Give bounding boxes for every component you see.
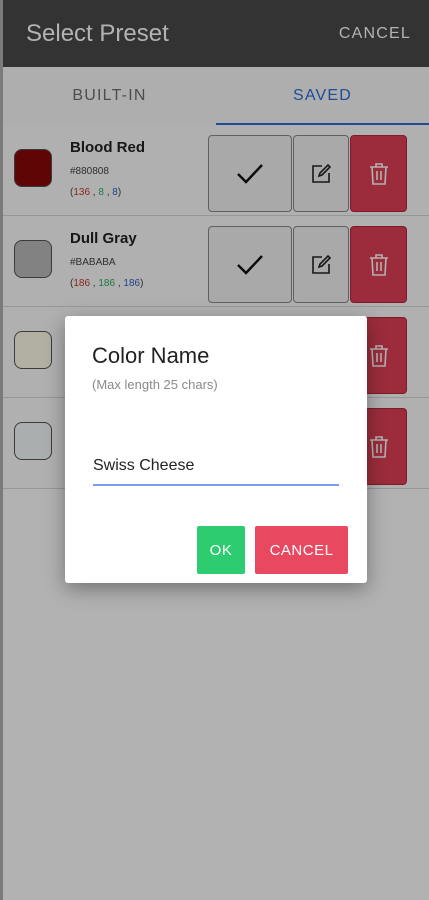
color-name-input[interactable] <box>93 448 339 486</box>
dialog-hint: (Max length 25 chars) <box>92 377 218 392</box>
dialog-title: Color Name <box>92 343 210 368</box>
color-name-dialog: Color Name (Max length 25 chars) OK CANC… <box>65 316 367 583</box>
dialog-cancel-button[interactable]: CANCEL <box>255 526 348 574</box>
ok-button[interactable]: OK <box>197 526 245 574</box>
